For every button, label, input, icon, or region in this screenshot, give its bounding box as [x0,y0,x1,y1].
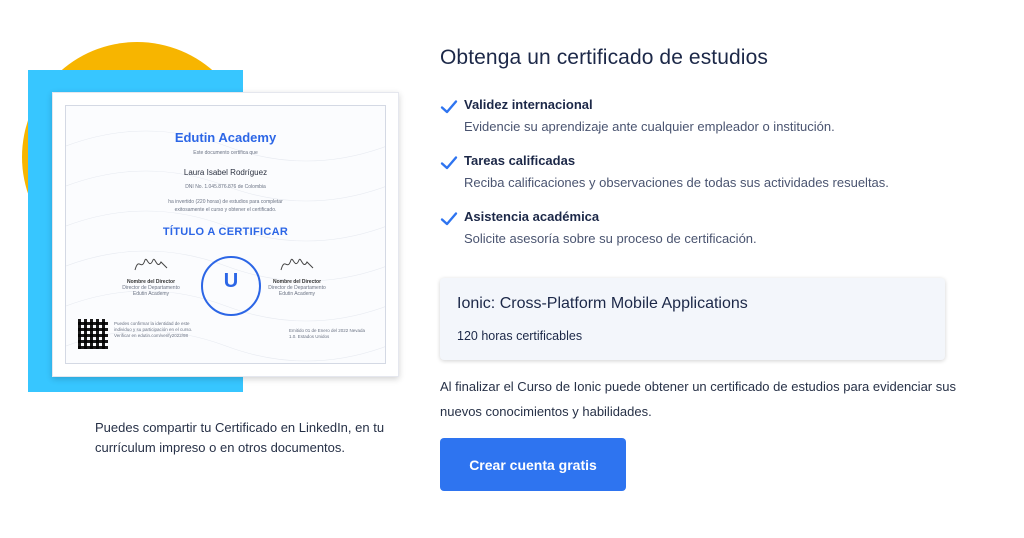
signature-left-scribble [134,258,168,271]
certificate-preview: Edutin Academy Este documento certifica … [52,92,399,377]
certificate-description: Al finalizar el Curso de Ionic puede obt… [440,379,956,419]
signature-left: Nombre del Director Director de Departam… [116,254,186,297]
feature-description: Evidencie su aprendizaje ante cualquier … [464,119,835,134]
feature-item: Validez internacional Evidencie su apren… [440,97,960,141]
feature-description: Solicite asesoría sobre su proceso de ce… [464,231,757,246]
certificate-statement-line1: ha invertido (220 horas) de estudios par… [168,199,283,205]
feature-title: Tareas calificadas [464,153,576,168]
certificate-brand: Edutin Academy [174,130,277,145]
certificate-qr-text: Puedes confirmar la identidad de este in… [114,321,193,338]
check-icon [440,100,458,114]
course-hours: 120 horas certificables [457,329,583,343]
signature-right-scribble [280,258,314,271]
seal-logo-letter: U [223,270,239,292]
course-card: Ionic: Cross-Platform Mobile Application… [440,278,945,360]
signature-left-role2: Edutin Academy [132,291,170,297]
certificate-date-text: Emitido 01 de Enero del 2022 Nevada 1.0.… [289,328,366,340]
feature-description: Reciba calificaciones y observaciones de… [464,175,889,190]
certificate-caption: Puedes compartir tu Certificado en Linke… [95,420,385,455]
feature-item: Tareas calificadas Reciba calificaciones… [440,153,960,197]
check-icon [440,212,458,226]
create-account-button[interactable]: Crear cuenta gratis [440,438,626,491]
page-title: Obtenga un certificado de estudios [440,46,768,69]
certificate-id-text: DNI No. 1.045.876.876 de Colombia [185,184,266,190]
feature-item: Asistencia académica Solicite asesoría s… [440,209,960,253]
feature-title: Validez internacional [464,97,593,112]
check-icon [440,156,458,170]
course-title: Ionic: Cross-Platform Mobile Application… [457,295,748,312]
certificate-student-name: Laura Isabel Rodríguez [183,168,268,177]
certificate-frame: Edutin Academy Este documento certifica … [65,105,386,364]
certificate-title: TÍTULO A CERTIFICAR [162,226,289,238]
signature-right-role2: Edutin Academy [278,291,316,297]
certificate-seal: U [201,256,261,316]
certificate-statement-line2: exitosamente el curso y obtener el certi… [174,207,277,213]
certificate-certifies-text: Este documento certifica que [193,150,258,156]
qr-code-icon [78,319,108,349]
signature-right: Nombre del Director Director de Departam… [262,254,332,297]
feature-title: Asistencia académica [464,209,600,224]
